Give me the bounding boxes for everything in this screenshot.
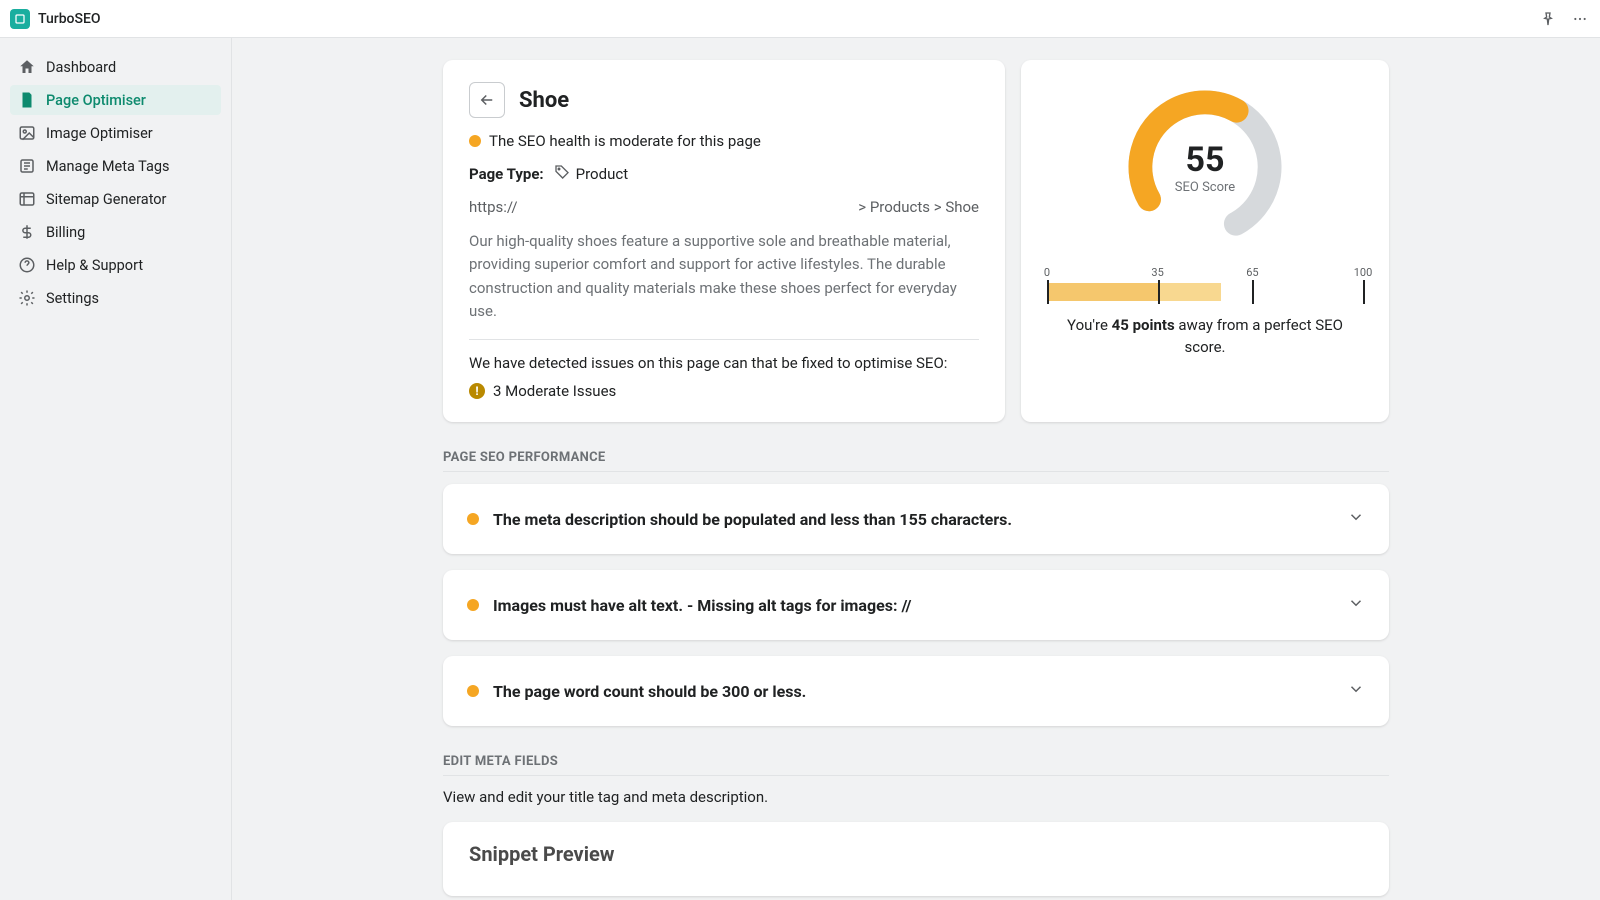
issue-text: The meta description should be populated… bbox=[493, 510, 1333, 529]
sidebar-item-help[interactable]: Help & Support bbox=[10, 250, 221, 280]
help-icon bbox=[18, 256, 36, 274]
sidebar-item-settings[interactable]: Settings bbox=[10, 283, 221, 313]
sidebar-item-label: Billing bbox=[46, 224, 85, 241]
status-dot-icon bbox=[467, 599, 479, 611]
health-text: The SEO health is moderate for this page bbox=[489, 132, 761, 150]
warning-badge-icon: ! bbox=[469, 383, 485, 399]
score-message: You're 45 points away from a perfect SEO… bbox=[1047, 315, 1363, 359]
score-scale: 0 35 65 100 bbox=[1047, 266, 1363, 301]
sidebar-item-label: Image Optimiser bbox=[46, 125, 153, 142]
issue-row[interactable]: The meta description should be populated… bbox=[443, 484, 1389, 554]
divider bbox=[469, 339, 979, 340]
score-label: SEO Score bbox=[1175, 180, 1235, 195]
snippet-preview-card: Snippet Preview bbox=[443, 822, 1389, 896]
scale-tick-label: 100 bbox=[1354, 266, 1373, 279]
dollar-icon bbox=[18, 223, 36, 241]
status-dot-icon bbox=[467, 685, 479, 697]
main-content: Shoe The SEO health is moderate for this… bbox=[232, 38, 1600, 900]
chevron-down-icon bbox=[1347, 508, 1365, 530]
page-type-value: Product bbox=[576, 165, 628, 183]
issue-row[interactable]: Images must have alt text. - Missing alt… bbox=[443, 570, 1389, 640]
back-button[interactable] bbox=[469, 82, 505, 118]
sidebar-item-image-optimiser[interactable]: Image Optimiser bbox=[10, 118, 221, 148]
chevron-down-icon bbox=[1347, 680, 1365, 702]
issues-intro: We have detected issues on this page can… bbox=[469, 354, 979, 372]
sidebar-item-label: Settings bbox=[46, 290, 99, 307]
issue-row[interactable]: The page word count should be 300 or les… bbox=[443, 656, 1389, 726]
issue-text: The page word count should be 300 or les… bbox=[493, 682, 1333, 701]
chevron-down-icon bbox=[1347, 594, 1365, 616]
scale-tick-label: 35 bbox=[1151, 266, 1163, 279]
scale-tick-label: 0 bbox=[1044, 266, 1050, 279]
issues-summary: 3 Moderate Issues bbox=[493, 382, 616, 400]
sidebar-item-label: Page Optimiser bbox=[46, 92, 146, 109]
sidebar-item-label: Sitemap Generator bbox=[46, 191, 166, 208]
image-icon bbox=[18, 124, 36, 142]
page-title: Shoe bbox=[519, 88, 569, 113]
sidebar-item-label: Dashboard bbox=[46, 59, 116, 76]
score-card: 55 SEO Score 0 35 65 100 bbox=[1021, 60, 1389, 422]
home-icon bbox=[18, 58, 36, 76]
sidebar-item-meta-tags[interactable]: Manage Meta Tags bbox=[10, 151, 221, 181]
sidebar-item-page-optimiser[interactable]: Page Optimiser bbox=[10, 85, 221, 115]
score-value: 55 bbox=[1185, 140, 1224, 180]
sidebar-item-sitemap[interactable]: Sitemap Generator bbox=[10, 184, 221, 214]
sidebar-item-label: Manage Meta Tags bbox=[46, 158, 170, 175]
pin-icon[interactable] bbox=[1538, 9, 1558, 29]
sidebar: Dashboard Page Optimiser Image Optimiser… bbox=[0, 38, 232, 900]
gear-icon bbox=[18, 289, 36, 307]
score-gauge: 55 SEO Score bbox=[1120, 82, 1290, 252]
sidebar-item-dashboard[interactable]: Dashboard bbox=[10, 52, 221, 82]
scale-tick-label: 65 bbox=[1246, 266, 1258, 279]
arrow-left-icon bbox=[478, 91, 496, 109]
topbar: TurboSEO bbox=[0, 0, 1600, 38]
page-type-label: Page Type: bbox=[469, 165, 544, 183]
status-dot-icon bbox=[467, 513, 479, 525]
app-name: TurboSEO bbox=[38, 11, 1538, 27]
breadcrumb: > Products > Shoe bbox=[858, 198, 979, 216]
tag-icon bbox=[554, 164, 570, 184]
page-description: Our high-quality shoes feature a support… bbox=[469, 230, 979, 323]
performance-heading: PAGE SEO PERFORMANCE bbox=[443, 450, 1389, 472]
tags-icon bbox=[18, 157, 36, 175]
sidebar-item-billing[interactable]: Billing bbox=[10, 217, 221, 247]
issue-text: Images must have alt text. - Missing alt… bbox=[493, 596, 1333, 615]
status-dot-icon bbox=[469, 135, 481, 147]
meta-heading: EDIT META FIELDS bbox=[443, 754, 1389, 776]
sidebar-item-label: Help & Support bbox=[46, 257, 143, 274]
meta-description: View and edit your title tag and meta de… bbox=[443, 788, 1389, 806]
more-icon[interactable] bbox=[1570, 9, 1590, 29]
page-info-card: Shoe The SEO health is moderate for this… bbox=[443, 60, 1005, 422]
snippet-title: Snippet Preview bbox=[469, 842, 1363, 866]
url-prefix: https:// bbox=[469, 198, 518, 216]
sitemap-icon bbox=[18, 190, 36, 208]
app-logo-icon bbox=[10, 9, 30, 29]
page-icon bbox=[18, 91, 36, 109]
